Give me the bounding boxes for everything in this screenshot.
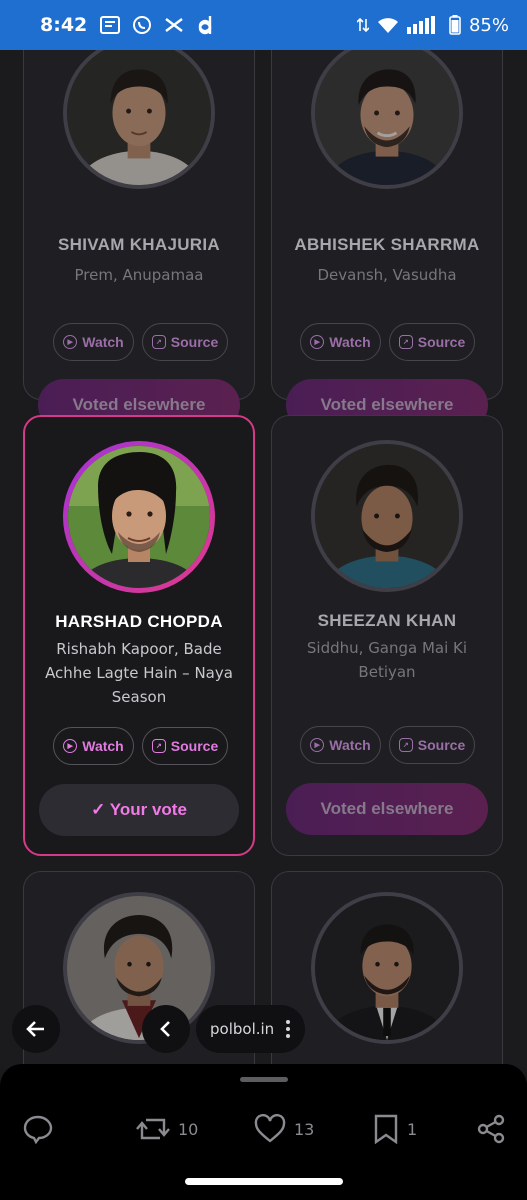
watch-button[interactable]: ▶ Watch <box>300 323 381 361</box>
watch-label: Watch <box>329 334 371 350</box>
candidate-card: ABHISHEK SHARRMA Devansh, Vasudha ▶ Watc… <box>271 50 503 431</box>
bookmark-button[interactable]: 1 <box>373 1114 417 1144</box>
like-button[interactable]: 13 <box>254 1114 314 1144</box>
like-count: 13 <box>294 1119 315 1139</box>
battery-percent: 85% <box>468 14 509 36</box>
source-button[interactable]: ↗ Source <box>142 323 228 361</box>
repost-icon <box>136 1118 170 1140</box>
candidate-card-selected: HARSHAD CHOPDA Rishabh Kapoor, Bade Achh… <box>23 415 255 856</box>
candidate-card: SHEEZAN KHAN Siddhu, Ganga Mai Ki Betiya… <box>271 415 503 856</box>
more-options-icon[interactable] <box>286 1020 291 1038</box>
d-app-icon <box>195 14 217 36</box>
candidate-avatar <box>63 892 215 1044</box>
battery-icon <box>449 15 461 35</box>
candidate-grid[interactable]: SHIVAM KHAJURIA Prem, Anupamaa ▶ Watch ↗… <box>0 50 527 1068</box>
candidate-show: Rishabh Kapoor, Bade Achhe Lagte Hain – … <box>45 640 233 706</box>
vote-button[interactable]: Voted elsewhere <box>286 783 488 835</box>
status-bar: 8:42 85% <box>0 0 527 50</box>
heart-icon <box>254 1114 286 1143</box>
arrow-left-icon <box>26 1021 44 1037</box>
source-label: Source <box>417 737 466 753</box>
whatsapp-icon <box>131 14 153 36</box>
portrait-image <box>67 896 211 1040</box>
candidate-name: ABHISHEK SHARRMA <box>294 235 480 254</box>
play-icon: ▶ <box>63 739 78 753</box>
candidate-card <box>271 871 503 1068</box>
watch-button[interactable]: ▶ Watch <box>53 323 134 361</box>
repost-button[interactable]: 10 <box>136 1114 198 1144</box>
share-button[interactable] <box>476 1114 506 1144</box>
external-link-icon: ↗ <box>398 738 413 752</box>
capcut-icon <box>163 14 185 36</box>
external-link-icon: ↗ <box>398 335 413 349</box>
watch-button[interactable]: ▶ Watch <box>300 726 381 764</box>
source-label: Source <box>170 334 219 350</box>
drag-handle[interactable] <box>240 1077 288 1082</box>
candidate-avatar <box>311 50 463 189</box>
system-icons: 85% <box>356 14 509 36</box>
reply-button[interactable] <box>22 1114 54 1144</box>
portrait-image <box>315 444 459 588</box>
source-button[interactable]: ↗ Source <box>389 323 475 361</box>
play-icon: ▶ <box>63 335 78 349</box>
bottom-action-bar: 10 13 1 <box>0 1064 527 1200</box>
candidate-show: Devansh, Vasudha <box>317 266 457 284</box>
candidate-name: HARSHAD CHOPDA <box>55 612 223 631</box>
candidate-avatar <box>63 50 215 189</box>
candidate-avatar <box>311 440 463 592</box>
url-pill[interactable]: polbol.in <box>196 1005 305 1053</box>
play-icon: ▶ <box>310 738 325 752</box>
portrait-image <box>315 50 459 185</box>
browser-back-button[interactable] <box>142 1005 190 1053</box>
bookmark-count: 1 <box>407 1119 418 1139</box>
external-link-icon: ↗ <box>151 335 166 349</box>
app-notification-icon <box>99 14 121 36</box>
home-gesture-bar[interactable] <box>185 1178 343 1185</box>
share-icon <box>477 1114 505 1144</box>
candidate-card: SHIVAM KHAJURIA Prem, Anupamaa ▶ Watch ↗… <box>23 50 255 431</box>
candidate-avatar <box>311 892 463 1044</box>
url-text: polbol.in <box>210 1020 275 1038</box>
candidate-name: SHIVAM KHAJURIA <box>58 235 220 254</box>
repost-count: 10 <box>178 1119 199 1139</box>
chevron-left-icon <box>160 1021 170 1037</box>
candidate-show: Prem, Anupamaa <box>74 266 204 284</box>
bookmark-icon <box>374 1114 398 1144</box>
source-button[interactable]: ↗ Source <box>389 726 475 764</box>
candidate-name: SHEEZAN KHAN <box>317 611 457 630</box>
your-vote-button[interactable]: ✓ Your vote <box>39 784 239 836</box>
candidate-show: Siddhu, Ganga Mai Ki Betiyan <box>306 639 468 681</box>
watch-label: Watch <box>329 737 371 753</box>
status-time: 8:42 <box>40 14 88 36</box>
external-link-icon: ↗ <box>151 739 166 753</box>
data-arrows-icon <box>356 17 369 33</box>
portrait-image <box>315 896 459 1040</box>
comment-icon <box>23 1115 53 1144</box>
wifi-icon <box>377 18 398 33</box>
candidate-avatar <box>63 441 215 593</box>
watch-label: Watch <box>82 738 124 754</box>
play-icon: ▶ <box>310 335 325 349</box>
watch-label: Watch <box>82 334 124 350</box>
source-label: Source <box>170 738 219 754</box>
watch-button[interactable]: ▶ Watch <box>53 727 134 765</box>
back-button[interactable] <box>12 1005 60 1053</box>
source-button[interactable]: ↗ Source <box>142 727 228 765</box>
source-label: Source <box>417 334 466 350</box>
portrait-image <box>68 446 210 588</box>
signal-icon <box>406 16 435 34</box>
notification-icons <box>99 14 217 36</box>
portrait-image <box>67 50 211 185</box>
